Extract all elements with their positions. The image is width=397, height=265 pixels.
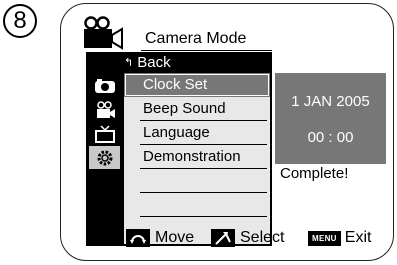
exit-hint: MENU Exit <box>308 229 371 247</box>
exit-label: Exit <box>344 229 372 246</box>
menu-key-icon: MENU <box>308 230 341 246</box>
menu-item-empty <box>124 193 270 217</box>
camera-icon[interactable] <box>89 98 120 121</box>
return-arrow-icon: ↰ <box>124 57 134 69</box>
status-message: Complete! <box>280 165 349 182</box>
menu-item-clock-set[interactable]: Clock Set <box>124 73 270 97</box>
settings-gear-icon[interactable] <box>89 146 120 169</box>
move-arrow-icon <box>126 229 150 247</box>
list-divider <box>140 216 267 217</box>
move-label: Move <box>155 229 195 246</box>
camcorder-mode-icon <box>84 16 123 50</box>
select-label: Select <box>240 229 285 246</box>
menu-item-beep-sound[interactable]: Beep Sound <box>124 97 270 121</box>
clock-popup: 1 JAN 2005 00 : 00 <box>275 73 386 164</box>
move-hint: Move <box>126 229 194 247</box>
back-label: Back <box>137 54 171 71</box>
clock-time: 00 : 00 <box>307 129 354 146</box>
menu-item-empty <box>124 169 270 193</box>
title-divider <box>141 50 272 51</box>
menu-mode-title: Camera Mode <box>145 30 247 47</box>
back-menu-item[interactable]: ↰ Back <box>124 54 270 72</box>
record-icon[interactable] <box>89 74 120 97</box>
menu-item-demonstration[interactable]: Demonstration <box>124 145 270 169</box>
select-arrow-icon <box>211 229 235 247</box>
select-hint: Select <box>211 229 284 247</box>
step-number-badge: 8 <box>3 4 37 38</box>
menu-item-language[interactable]: Language <box>124 121 270 145</box>
tv-icon[interactable] <box>89 122 120 145</box>
clock-date: 1 JAN 2005 <box>291 93 370 110</box>
